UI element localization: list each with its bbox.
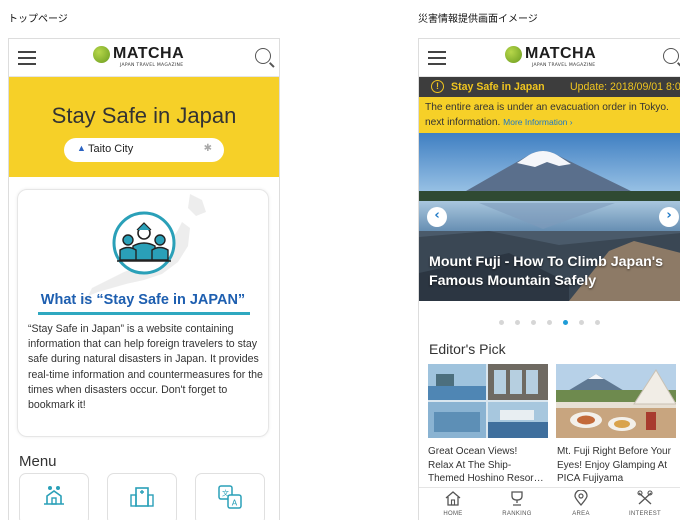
tab-interest-label: INTEREST (628, 511, 662, 517)
search-icon[interactable] (663, 48, 679, 64)
menu-item-shelter[interactable] (107, 473, 177, 520)
hamburger-menu-icon[interactable] (428, 51, 446, 65)
article-2-line2: Eyes! Enjoy Glamping At (557, 459, 668, 471)
gear-icon[interactable]: ✱ (204, 143, 212, 154)
caption-top-page: トップページ (8, 14, 68, 25)
tab-ranking-label: RANKING (502, 511, 532, 517)
article-2-line1: Mt. Fuji Right Before Your (557, 446, 671, 457)
tab-ranking[interactable]: RANKING (487, 490, 547, 517)
top-page-mockup: MATCHA JAPAN TRAVEL MAGAZINE Stay Safe i… (8, 38, 280, 520)
article-1-line3: Themed Hoshino Resor… (428, 473, 544, 485)
location-city: Taito City (88, 143, 134, 155)
tab-interest[interactable]: INTEREST (615, 490, 675, 517)
warning-icon: ! (431, 80, 444, 93)
carousel-dot[interactable] (563, 320, 568, 325)
carousel-dot[interactable] (595, 320, 600, 325)
carousel-dot[interactable] (531, 320, 536, 325)
matcha-logo[interactable]: MATCHA JAPAN TRAVEL MAGAZINE (93, 45, 203, 71)
menu-item-evacuation[interactable] (19, 473, 89, 520)
slide-title[interactable]: Mount Fuji - How To Climb Japan's Famous… (429, 253, 680, 291)
app-header: MATCHA JAPAN TRAVEL MAGAZINE (9, 39, 279, 77)
location-selector[interactable]: ▲ Taito City ✱ (64, 138, 224, 162)
article-title-hoshino[interactable]: Great Ocean Views! Relax At The Ship- Th… (428, 445, 552, 486)
location-arrow-icon: ▲ (77, 143, 86, 153)
tab-home-label: HOME (443, 511, 463, 517)
interest-icon (637, 490, 653, 505)
carousel-dot[interactable] (515, 320, 520, 325)
article-2-line3: PICA Fujiyama (557, 473, 624, 485)
notice-text-2: next information. (425, 117, 501, 128)
article-1-line2: Relax At The Ship- (428, 459, 512, 471)
logo-tagline: JAPAN TRAVEL MAGAZINE (120, 63, 184, 68)
ocean-resort-photo (428, 364, 548, 438)
translation-icon: A 文 (218, 485, 242, 509)
article-image-pica-fujiyama[interactable] (556, 364, 676, 438)
logo-tagline: JAPAN TRAVEL MAGAZINE (532, 63, 596, 68)
bottom-tab-bar: HOME RANKING AREA INTEREST (419, 487, 680, 520)
carousel-next-button[interactable]: › (659, 207, 679, 227)
article-title-pica[interactable]: Mt. Fuji Right Before Your Eyes! Enjoy G… (557, 445, 680, 486)
slide-title-line2: Famous Mountain Safely (429, 273, 597, 289)
family-icon (112, 211, 176, 275)
menu-heading: Menu (19, 453, 57, 470)
logo-brand: MATCHA (113, 45, 185, 62)
featured-carousel[interactable]: ‹ › Mount Fuji - How To Climb Japan's Fa… (419, 133, 680, 301)
slide-title-line1: Mount Fuji - How To Climb Japan's (429, 254, 664, 270)
hero-banner: Stay Safe in Japan ▲ Taito City ✱ (9, 77, 279, 177)
disaster-alert-bar[interactable]: ! Stay Safe in Japan Update: 2018/09/01 … (419, 77, 680, 97)
evacuation-icon (44, 486, 64, 505)
map-pin-icon (574, 489, 588, 506)
matcha-logo-mark (505, 46, 522, 63)
hero-title: Stay Safe in Japan (51, 103, 237, 128)
carousel-dot[interactable] (547, 320, 552, 325)
matcha-logo[interactable]: MATCHA JAPAN TRAVEL MAGAZINE (505, 45, 615, 71)
logo-brand: MATCHA (525, 45, 597, 62)
alert-title: Stay Safe in Japan (451, 81, 545, 93)
menu-item-translation[interactable]: A 文 (195, 473, 265, 520)
tab-home[interactable]: HOME (423, 490, 483, 517)
home-icon (445, 491, 461, 506)
disaster-info-mockup: MATCHA JAPAN TRAVEL MAGAZINE ! Stay Safe… (418, 38, 680, 520)
editors-pick-heading: Editor's Pick (429, 341, 506, 357)
caption-disaster-page: 災害情報提供画面イメージ (418, 14, 538, 25)
carousel-prev-button[interactable]: ‹ (427, 207, 447, 227)
hamburger-menu-icon[interactable] (18, 51, 36, 65)
carousel-dot[interactable] (579, 320, 584, 325)
svg-text:A: A (232, 499, 238, 508)
more-information-link[interactable]: More Information › (503, 117, 572, 127)
tab-area-label: AREA (572, 511, 590, 517)
svg-text:文: 文 (222, 489, 229, 498)
article-1-line1: Great Ocean Views! (428, 446, 518, 457)
article-image-hoshino[interactable] (428, 364, 548, 438)
notice-text: The entire area is under an evacuation o… (425, 102, 669, 113)
shelter-building-icon (130, 487, 154, 507)
glamping-photo (556, 364, 676, 438)
heading-underline (38, 312, 250, 315)
matcha-logo-mark (93, 46, 110, 63)
about-text: “Stay Safe in Japan” is a website contai… (28, 323, 263, 412)
search-icon[interactable] (255, 48, 271, 64)
alert-update-time: Update: 2018/09/01 8:00 (570, 81, 680, 93)
tab-area[interactable]: AREA (551, 489, 611, 517)
about-card: What is “Stay Safe in JAPAN” “Stay Safe … (17, 189, 269, 437)
carousel-pagination (419, 301, 680, 327)
app-header: MATCHA JAPAN TRAVEL MAGAZINE (419, 39, 680, 77)
evacuation-notice: The entire area is under an evacuation o… (419, 97, 680, 133)
about-heading: What is “Stay Safe in JAPAN” (40, 292, 246, 308)
trophy-icon (511, 491, 523, 506)
carousel-dot[interactable] (499, 320, 504, 325)
